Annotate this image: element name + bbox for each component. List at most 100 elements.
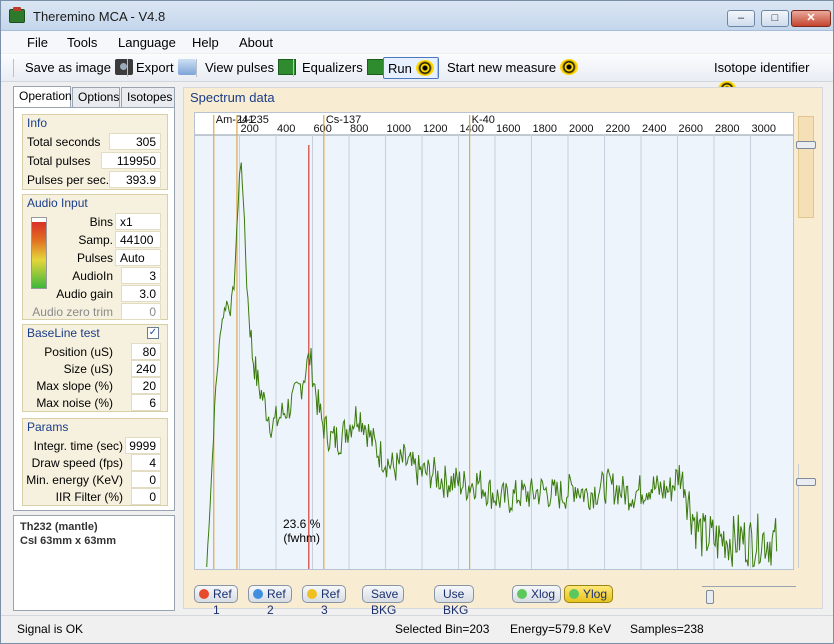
camera-icon <box>115 59 133 75</box>
upper-vertical-slider[interactable] <box>796 116 816 218</box>
start-new-measure-label: Start new measure <box>447 60 557 75</box>
ref1-button[interactable]: Ref 1 <box>194 585 238 617</box>
isotope-marker-label: K-40 <box>472 114 495 126</box>
ref2-label: Ref 2 <box>267 587 286 617</box>
minimize-button[interactable]: – <box>727 10 755 27</box>
use-bkg-label: Use BKG <box>443 587 469 617</box>
pulses-field[interactable]: Auto <box>115 249 161 266</box>
x-tick-label: 2600 <box>679 123 703 135</box>
position-field[interactable]: 80 <box>131 343 161 360</box>
save-image-button[interactable]: Save as image <box>21 57 137 79</box>
spectrum-plot[interactable]: 200 400 600 800 1000 1200 1400 1600 1800 2000 2200… <box>194 112 794 570</box>
total-pulses-label: Total pulses <box>27 154 91 168</box>
iir-filter-field[interactable]: 0 <box>131 488 161 505</box>
tab-options[interactable]: Options <box>72 87 120 107</box>
x-tick-label: 1800 <box>533 123 557 135</box>
maximize-button[interactable]: □ <box>761 10 789 27</box>
signal-status: Signal is OK <box>17 622 84 636</box>
size-label: Size (uS) <box>63 362 113 376</box>
x-tick-label: 1600 <box>496 123 520 135</box>
samples-count: Samples=238 <box>630 622 704 636</box>
title-bar: Theremino MCA - V4.8 – □ ✕ <box>1 1 833 31</box>
equalizers-label: Equalizers <box>302 60 363 75</box>
pulses-row: Pulses Auto <box>23 249 167 267</box>
x-tick-label: 2400 <box>642 123 666 135</box>
isotope-marker-label: Cs-137 <box>326 114 361 126</box>
pps-label: Pulses per sec. <box>27 173 110 187</box>
horizontal-zoom-slider[interactable] <box>702 586 796 606</box>
view-pulses-button[interactable]: View pulses <box>201 57 300 79</box>
tab-operation[interactable]: Operation <box>13 86 72 107</box>
use-bkg-button[interactable]: Use BKG <box>434 585 475 617</box>
save-image-label: Save as image <box>25 60 111 75</box>
position-row: Position (uS) 80 <box>23 343 167 361</box>
menu-tools[interactable]: Tools <box>67 35 97 50</box>
max-slope-field[interactable]: 20 <box>131 377 161 394</box>
toolbar-separator <box>293 59 294 77</box>
audio-zero-trim-row: Audio zero trim 0 <box>23 303 167 321</box>
ylog-button[interactable]: Ylog <box>564 585 614 603</box>
x-tick-label: 2200 <box>606 123 630 135</box>
baseline-test-group: BaseLine test ✓ Position (uS) 80 Size (u… <box>22 324 168 412</box>
draw-speed-label: Draw speed (fps) <box>31 456 123 470</box>
samp-field[interactable]: 44100 <box>115 231 161 248</box>
toolbar-separator <box>437 59 438 77</box>
upper-slider-thumb[interactable] <box>796 141 816 149</box>
menu-bar: File Tools Language Help About <box>1 31 833 53</box>
toolbar-separator <box>127 59 128 77</box>
view-pulses-label: View pulses <box>205 60 275 75</box>
green-dot-icon <box>569 589 579 599</box>
run-button[interactable]: Run <box>383 57 439 79</box>
lower-slider-thumb[interactable] <box>796 478 816 486</box>
zoom-slider-thumb[interactable] <box>706 590 714 604</box>
params-group: Params Integr. time (sec) 9999 Draw spee… <box>22 418 168 506</box>
size-field[interactable]: 240 <box>131 360 161 377</box>
selected-energy: Energy=579.8 KeV <box>510 622 612 636</box>
audioin-field[interactable]: 3 <box>121 267 161 284</box>
spectrum-chart[interactable]: 200 400 600 800 1000 1200 1400 1600 1800 2000 2200… <box>195 113 793 569</box>
menu-about[interactable]: About <box>239 35 273 50</box>
export-button[interactable]: Export <box>132 57 200 79</box>
audio-gain-label: Audio gain <box>56 287 113 301</box>
radiation-icon <box>415 60 434 76</box>
toolbar-separator <box>196 59 197 77</box>
start-new-measure-button[interactable]: Start new measure <box>443 57 582 79</box>
save-bkg-button[interactable]: Save BKG <box>362 585 405 617</box>
detector-name: CsI 63mm x 63mm <box>20 535 116 547</box>
max-noise-row: Max noise (%) 6 <box>23 394 167 412</box>
max-noise-field[interactable]: 6 <box>131 394 161 411</box>
menu-help[interactable]: Help <box>192 35 219 50</box>
ref3-label: Ref 3 <box>321 587 340 617</box>
source-description[interactable]: Th232 (mantle) CsI 63mm x 63mm <box>13 515 175 611</box>
x-tick-label: 1000 <box>387 123 411 135</box>
isotope-identifier-button[interactable]: Isotope identifier <box>710 57 833 97</box>
close-button[interactable]: ✕ <box>791 10 831 27</box>
menu-file[interactable]: File <box>27 35 48 50</box>
pulses-label: Pulses <box>76 251 113 265</box>
ref3-button[interactable]: Ref 3 <box>302 585 346 617</box>
bins-row: Bins x1 <box>23 213 167 231</box>
equalizers-button[interactable]: Equalizers <box>298 57 389 79</box>
max-slope-row: Max slope (%) 20 <box>23 377 167 395</box>
bins-field[interactable]: x1 <box>115 213 161 230</box>
position-label: Position (uS) <box>44 345 113 359</box>
max-noise-label: Max noise (%) <box>36 396 113 410</box>
xlog-button[interactable]: Xlog <box>512 585 562 603</box>
operation-panel: Info Total seconds 305 Total pulses 1199… <box>13 107 175 511</box>
audio-gain-field[interactable]: 3.0 <box>121 285 161 302</box>
baseline-test-checkbox[interactable]: ✓ <box>147 327 159 339</box>
spectrum-trace <box>206 162 778 568</box>
lower-vertical-slider[interactable] <box>796 464 816 568</box>
samp-row: Samp. 44100 <box>23 231 167 249</box>
audio-input-group: Audio Input Bins x1 Samp. 44100 Pulses A… <box>22 194 168 320</box>
audio-gain-row: Audio gain 3.0 <box>23 285 167 303</box>
x-tick-label: 2000 <box>569 123 593 135</box>
tab-isotopes[interactable]: Isotopes <box>121 87 175 107</box>
draw-speed-field[interactable]: 4 <box>131 454 161 471</box>
menu-language[interactable]: Language <box>118 35 176 50</box>
audio-zero-trim-field[interactable]: 0 <box>121 303 161 320</box>
fwhm-annotation: 23.6 % (fwhm) <box>283 517 320 545</box>
min-energy-field[interactable]: 0 <box>131 471 161 488</box>
ref2-button[interactable]: Ref 2 <box>248 585 292 617</box>
integr-time-field[interactable]: 9999 <box>125 437 161 454</box>
